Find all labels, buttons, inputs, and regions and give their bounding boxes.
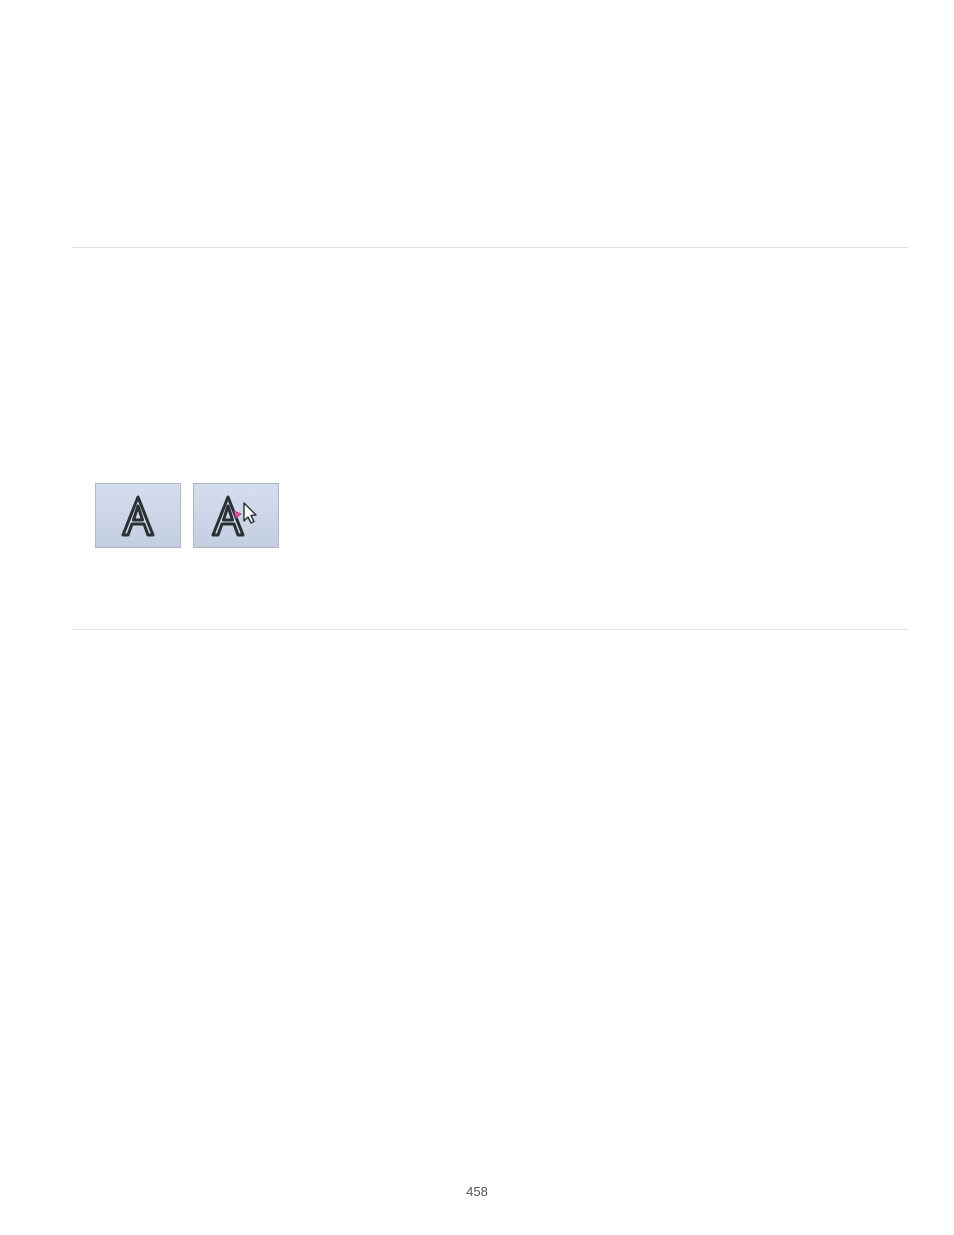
letter-a-icon — [115, 493, 161, 539]
text-letter-button[interactable] — [95, 483, 181, 548]
button-row — [95, 483, 279, 548]
document-page: 458 — [0, 0, 954, 1235]
text-letter-cursor-button[interactable] — [193, 483, 279, 548]
divider-mid — [72, 629, 908, 630]
letter-a-cursor-icon — [207, 493, 265, 539]
page-number: 458 — [0, 1184, 954, 1199]
divider-top — [72, 247, 908, 248]
